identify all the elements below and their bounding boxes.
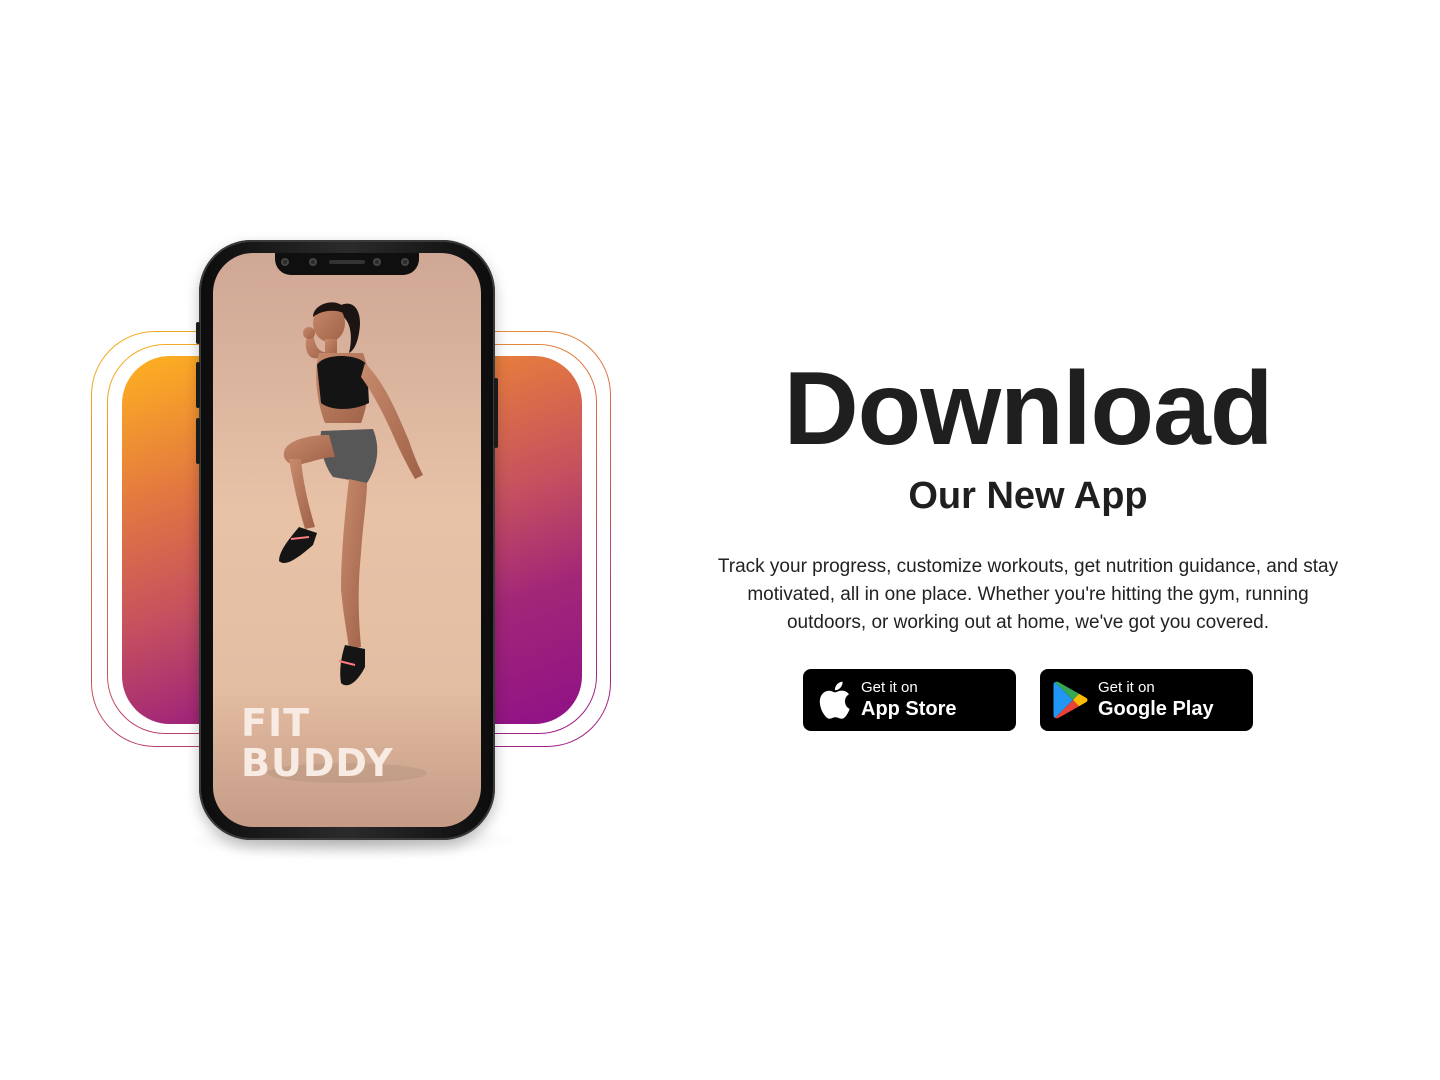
phone-notch bbox=[275, 253, 419, 275]
phone-volume-up-button bbox=[196, 362, 200, 408]
phone-volume-down-button bbox=[196, 418, 200, 464]
page-title: Download bbox=[783, 351, 1274, 467]
phone-side-button-left bbox=[196, 322, 200, 344]
app-description: Track your progress, customize workouts,… bbox=[717, 556, 1339, 633]
apple-icon bbox=[813, 679, 855, 721]
google-play-big-label: Google Play bbox=[1098, 698, 1214, 720]
page-subtitle: Our New App bbox=[908, 475, 1148, 517]
fit-buddy-logo-text: FIT BUDDY bbox=[241, 703, 394, 783]
front-sensor-icon bbox=[281, 258, 289, 266]
google-play-button[interactable]: Get it on Google Play bbox=[1040, 669, 1253, 731]
phone-power-button bbox=[494, 378, 498, 448]
google-play-small-label: Get it on bbox=[1098, 679, 1155, 696]
front-camera-icon bbox=[309, 258, 317, 266]
download-app-page: FIT BUDDY Download Our New App Track you… bbox=[0, 0, 1440, 1080]
proximity-sensor-icon bbox=[373, 258, 381, 266]
earpiece-speaker bbox=[329, 260, 365, 264]
app-store-button[interactable]: Get it on App Store bbox=[803, 669, 1016, 731]
app-store-label-group: Get it on App Store bbox=[861, 679, 957, 721]
store-buttons: Get it on App Store Get it on Google Pla… bbox=[700, 669, 1356, 731]
face-id-sensor-icon bbox=[401, 258, 409, 266]
brand-line-2: BUDDY bbox=[241, 741, 394, 785]
phone-mockup-illustration: FIT BUDDY bbox=[0, 0, 720, 1080]
google-play-icon bbox=[1050, 679, 1092, 721]
app-store-big-label: App Store bbox=[861, 698, 957, 720]
hero-content: Download Our New App Track your progress… bbox=[700, 355, 1356, 731]
phone-screen: FIT BUDDY bbox=[213, 253, 481, 827]
smartphone-frame: FIT BUDDY bbox=[196, 240, 498, 840]
brand-line-1: FIT bbox=[241, 701, 311, 745]
app-store-small-label: Get it on bbox=[861, 679, 918, 696]
google-play-label-group: Get it on Google Play bbox=[1098, 679, 1214, 721]
